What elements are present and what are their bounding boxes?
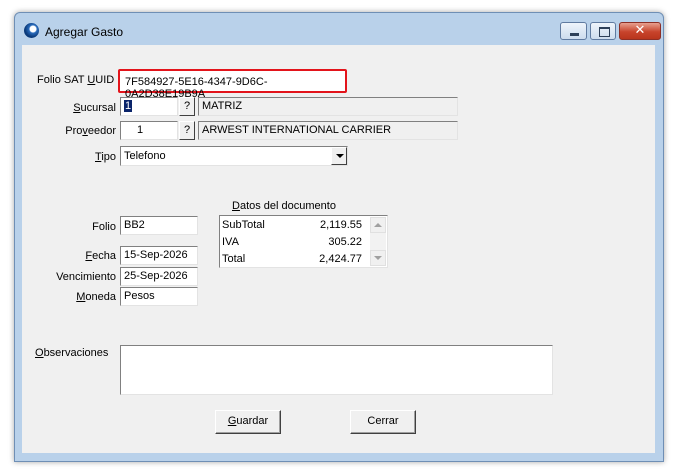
folio-label: Folio (92, 221, 116, 233)
tipo-selected-value: Telefono (124, 150, 166, 162)
tipo-select[interactable]: Telefono (120, 146, 348, 166)
vencimiento-label: Vencimiento (56, 271, 116, 283)
proveedor-label: Proveedor (42, 125, 116, 137)
dialog-window: Agregar Gasto ✕ Folio SAT UUID 7F584927-… (14, 12, 664, 462)
datos-documento-title-rest: atos del documento (239, 200, 336, 212)
maximize-button[interactable] (590, 22, 616, 40)
observaciones-label-rest: bservaciones (43, 347, 109, 359)
tipo-label: Tipo (42, 151, 116, 163)
folio-sat-uuid-field[interactable]: 7F584927-5E16-4347-9D6C-0A2D38E19B9A (118, 69, 347, 100)
grid-row-name: IVA (222, 236, 239, 248)
grid-row-name: Total (222, 253, 246, 265)
proveedor-label-suffix: eedor (87, 125, 116, 137)
grid-row-value: 2,424.77 (319, 253, 362, 265)
sucursal-code-value: 1 (124, 100, 133, 112)
proveedor-name-field: ARWEST INTERNATIONAL CARRIER (198, 121, 458, 140)
grid-scrollbar[interactable] (370, 217, 386, 266)
folio-sat-uuid-label: Folio SAT UUID (37, 74, 114, 86)
cerrar-button[interactable]: Cerrar (350, 410, 416, 434)
minimize-button[interactable] (560, 22, 587, 40)
fecha-label-rest: echa (92, 250, 116, 262)
proveedor-label-prefix: Pro (65, 125, 83, 137)
grid-row-iva: IVA 305.22 (222, 234, 370, 250)
observaciones-textarea[interactable] (120, 345, 553, 395)
fecha-input[interactable]: 15-Sep-2026 (120, 246, 198, 265)
folio-sat-uuid-label-suffix: UID (95, 74, 115, 86)
folio-input[interactable]: BB2 (120, 216, 198, 235)
minimize-icon (570, 33, 579, 36)
moneda-label: Moneda (42, 291, 116, 303)
sucursal-name-field: MATRIZ (198, 97, 458, 116)
guardar-button-label: uardar (236, 415, 269, 427)
tipo-label-rest: ipo (101, 151, 116, 163)
vencimiento-input[interactable]: 25-Sep-2026 (120, 267, 198, 286)
chevron-down-icon[interactable] (331, 147, 347, 165)
moneda-label-rest: oneda (85, 291, 116, 303)
maximize-icon (599, 27, 610, 37)
grid-row-subtotal: SubTotal 2,119.55 (222, 217, 370, 233)
folio-sat-uuid-label-prefix: Folio SAT (37, 74, 88, 86)
close-button[interactable]: ✕ (619, 22, 661, 40)
scroll-up-icon[interactable] (370, 217, 386, 233)
datos-documento-grid[interactable]: SubTotal 2,119.55 IVA 305.22 Total 2,424… (219, 215, 388, 268)
proveedor-code-input[interactable]: 1 (120, 121, 178, 140)
dialog-body: Folio SAT UUID 7F584927-5E16-4347-9D6C-0… (22, 45, 655, 453)
guardar-button[interactable]: Guardar (215, 410, 281, 434)
fecha-label: Fecha (42, 250, 116, 262)
close-icon: ✕ (634, 23, 646, 38)
sucursal-lookup-button[interactable]: ? (179, 97, 195, 116)
title-bar[interactable]: Agregar Gasto ✕ (15, 13, 663, 43)
sucursal-code-input[interactable]: 1 (120, 97, 178, 116)
grid-row-value: 2,119.55 (319, 219, 362, 231)
window-title: Agregar Gasto (45, 25, 124, 39)
app-icon (24, 23, 39, 38)
moneda-input[interactable]: Pesos (120, 287, 198, 306)
datos-documento-title: Datos del documento (232, 200, 336, 212)
sucursal-label-rest: ucursal (80, 102, 116, 114)
grid-row-value: 305.22 (328, 236, 362, 248)
grid-row-total: Total 2,424.77 (222, 251, 370, 267)
sucursal-label: Sucursal (42, 102, 116, 114)
sucursal-label-accel: S (73, 102, 81, 114)
observaciones-label-accel: O (35, 347, 44, 359)
grid-row-name: SubTotal (222, 219, 265, 231)
observaciones-label: Observaciones (35, 347, 108, 359)
proveedor-lookup-button[interactable]: ? (179, 121, 195, 140)
scroll-down-icon[interactable] (370, 250, 386, 266)
datos-documento-title-accel: D (232, 200, 240, 212)
